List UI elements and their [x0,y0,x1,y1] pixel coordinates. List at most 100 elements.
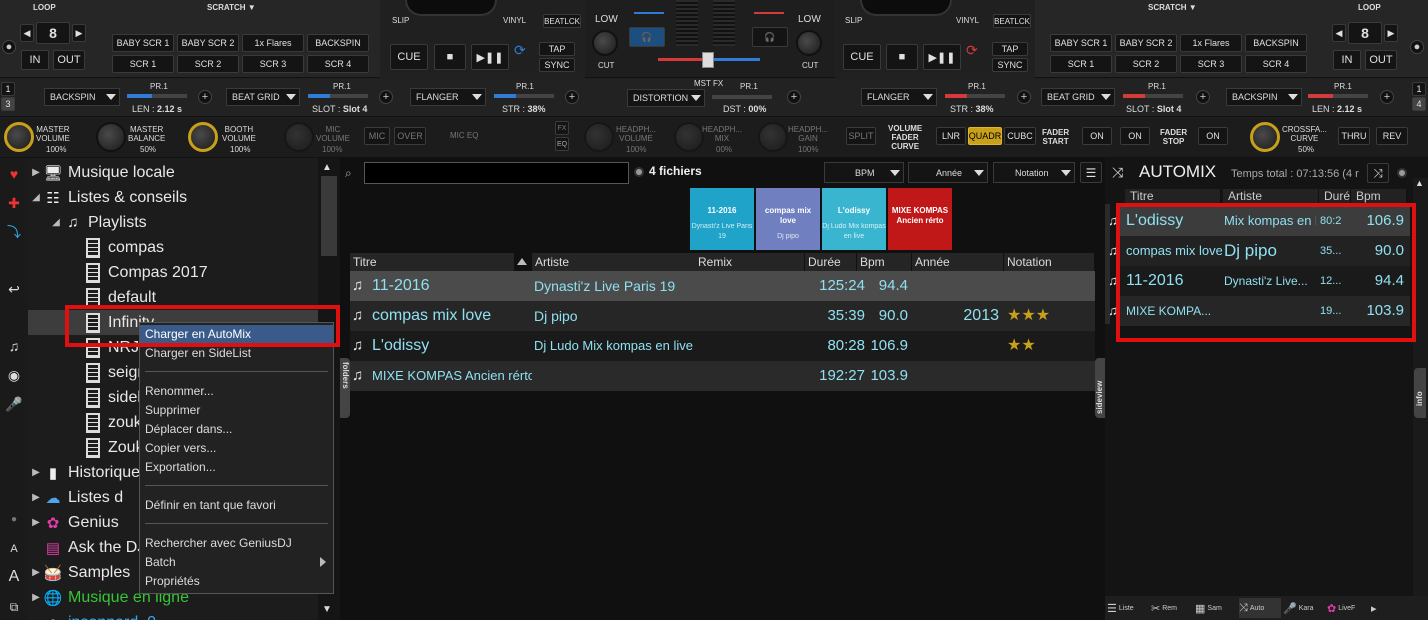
scroll-down-icon[interactable]: ▼ [322,604,332,615]
deck_right-pad-6[interactable]: SCR 2 [1115,55,1177,73]
right-deck-number[interactable]: 1 [1412,82,1426,96]
sideview-tab[interactable]: sideview [1095,358,1105,418]
deck_left-pad-4[interactable]: BACKSPIN [307,34,369,52]
right-loop-next[interactable]: ▶ [1384,24,1398,42]
track-row-3[interactable]: ♫ MIXE KOMPAS Ancien rérto 192:27 103.9 [350,361,1095,391]
right-loop-add[interactable]: ● [1410,40,1424,54]
folders-tab[interactable]: folders [340,358,350,418]
deck_right-pad-4[interactable]: BACKSPIN [1245,34,1307,52]
automix-tab-3[interactable]: ⤨ Auto [1239,598,1281,618]
right-fx1-select[interactable]: BEAT GRID [1041,88,1115,106]
expand-arrow-icon[interactable]: ◢ [30,192,42,203]
deck_right-pad-5[interactable]: SCR 1 [1050,55,1112,73]
context-menu-item-8[interactable]: Rechercher avec GeniusDJ [140,534,333,553]
right-cue-button[interactable]: CUE [843,44,881,70]
music-note-icon[interactable]: ♫ [2,335,26,357]
shuffle-icon[interactable]: ⤨ [1112,164,1123,181]
left-channel-fader[interactable] [634,0,664,14]
crossfader-thru[interactable]: THRU [1338,127,1370,145]
column-header-3[interactable]: Durée [805,253,857,271]
master-fx-select[interactable]: DISTORTION [627,89,705,107]
right-fx2-slider[interactable] [1308,94,1368,98]
album-cover-0[interactable]: 11-2016 Dynasti'z Live Paris 19 [690,188,754,250]
expand-arrow-icon[interactable]: ▶ [30,467,42,478]
automix-shuffle-button[interactable]: ⤨ [1367,163,1389,183]
left-fx2-add[interactable]: + [379,90,393,104]
track-row-0[interactable]: ♫ 11-2016 Dynasti'z Live Paris 19 125:24 94.… [350,271,1095,301]
dot-icon[interactable]: ● [2,508,26,530]
right-loop-prev[interactable]: ◀ [1332,24,1346,42]
fader-start-on-left[interactable]: ON [1082,127,1112,145]
column-header-4[interactable]: Bpm [857,253,912,271]
scroll-up-icon[interactable]: ▲ [322,162,332,173]
headphone-volume-knob[interactable] [584,122,614,152]
automix-option-dot[interactable] [1397,168,1407,178]
deck_left-pad-2[interactable]: BABY SCR 2 [177,34,239,52]
left-headphone-cue[interactable]: 🎧 [629,27,665,47]
column-header-6[interactable]: Notation [1004,253,1095,271]
sort-bpm-select[interactable]: BPM [824,162,904,183]
expand-arrow-icon[interactable]: ▶ [30,592,42,603]
album-cover-3[interactable]: MIXE KOMPAS Ancien rérto [888,188,952,250]
deck_left-pad-1[interactable]: BABY SCR 1 [112,34,174,52]
booth-volume-knob[interactable] [188,122,218,152]
expand-arrow-icon[interactable]: ▶ [30,167,42,178]
context-menu-item-7[interactable]: Définir en tant que favori [140,496,333,515]
mic-eq-button[interactable]: EQ [555,137,569,151]
mixer-eq-knob-left[interactable] [592,30,618,56]
fader-stop-on[interactable]: ON [1198,127,1228,145]
master-balance-knob[interactable] [96,122,126,152]
album-cover-2[interactable]: L'odissy Dj Ludo Mix kompas en live [822,188,886,250]
mic-button[interactable]: MIC [364,127,390,145]
mixer-fx-left-select[interactable]: FLANGER [410,88,486,106]
info-tab[interactable]: info [1414,368,1426,418]
right-jog-wheel[interactable] [860,0,952,16]
right-stop-button[interactable]: ■ [886,44,918,70]
scroll-thumb[interactable] [321,176,337,256]
crossfader-curve-knob[interactable] [1250,122,1280,152]
mixer-fx-left-add[interactable]: + [565,90,579,104]
expand-arrow-icon[interactable]: ▶ [30,492,42,503]
context-menu-item-4[interactable]: Déplacer dans... [140,420,333,439]
context-menu-item-6[interactable]: Exportation... [140,458,333,477]
view-options-icon[interactable]: ☰ [1080,162,1102,183]
text-size-large-icon[interactable]: A [2,566,26,588]
mixer-fx-left-slider[interactable] [494,94,554,98]
left-beatlock[interactable]: BEATLCK [543,14,581,28]
left-fx1-select[interactable]: BACKSPIN [44,88,120,106]
tree-item-2[interactable]: ◢ ♫ Playlists [28,210,318,235]
master-volume-knob[interactable] [4,122,34,152]
right-tap-button[interactable]: TAP [992,42,1028,56]
right-fx2-select[interactable]: BACKSPIN [1226,88,1302,106]
left-deck-number-alt[interactable]: 3 [1,97,15,111]
expand-arrow-icon[interactable]: ▶ [30,567,42,578]
expand-arrow-icon[interactable]: ◢ [50,217,62,228]
tree-item-1[interactable]: ◢ ☷ Listes & conseils [28,185,318,210]
master-fx-slider[interactable] [712,95,772,99]
over-button[interactable]: OVER [394,127,426,145]
left-loop-next[interactable]: ▶ [72,24,86,42]
deck_left-pad-7[interactable]: SCR 3 [242,55,304,73]
track-row-2[interactable]: ♫ L'odissy Dj Ludo Mix kompas en live 80:28… [350,331,1095,361]
right-fx2-add[interactable]: + [1380,90,1394,104]
right-fx1-slider[interactable] [1123,94,1183,98]
tree-item-4[interactable]: Compas 2017 [28,260,318,285]
left-cue-button[interactable]: CUE [390,44,428,70]
add-folder-icon[interactable]: ✚ [2,192,26,214]
headphone-gain-knob[interactable] [758,122,788,152]
column-header-5[interactable]: Année [912,253,1004,271]
mixer-fx-right-add[interactable]: + [1017,90,1031,104]
track-row-1[interactable]: ♫ compas mix love Dj pipo 35:39 90.0 2013 ★★★ [350,301,1095,331]
mixer-eq-knob-right[interactable] [796,30,822,56]
search-input[interactable] [364,162,629,184]
right-headphone-cue[interactable]: 🎧 [752,27,788,47]
automix-tab-1[interactable]: ✂ Rem [1151,598,1193,618]
right-deck-number-alt[interactable]: 4 [1412,97,1426,111]
deck_right-pad-1[interactable]: BABY SCR 1 [1050,34,1112,52]
left-deck-number[interactable]: 1 [1,82,15,96]
scroll-up-icon[interactable]: ▲ [1415,178,1424,188]
mixer-fx-right-slider[interactable] [945,94,1005,98]
left-sync-button[interactable]: SYNC [539,58,575,72]
crossfader-handle[interactable] [702,52,714,68]
deck_right-pad-2[interactable]: BABY SCR 2 [1115,34,1177,52]
